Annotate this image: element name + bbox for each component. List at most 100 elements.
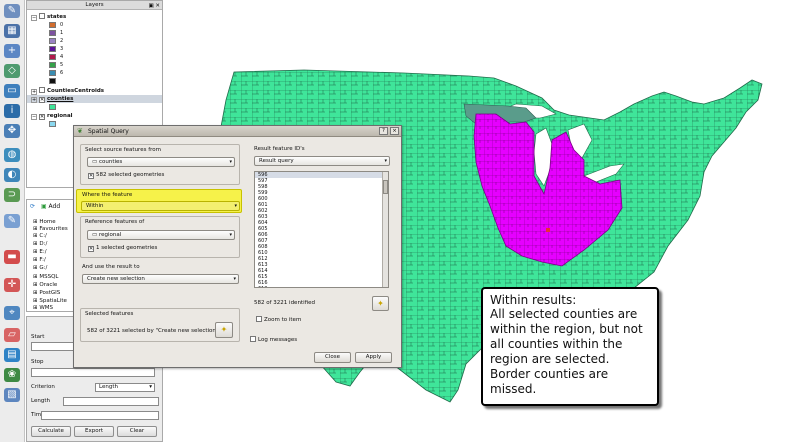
globe-icon[interactable]: ◍ xyxy=(4,148,20,162)
help-button[interactable]: ? xyxy=(379,127,388,135)
browser-item[interactable]: ⊞ PostGIS xyxy=(33,290,60,297)
browser-item[interactable]: ⊞ C:/ xyxy=(33,233,47,240)
stop-label: Stop xyxy=(31,359,44,365)
layer-regional[interactable]: − ✕ regional xyxy=(31,112,73,120)
legend-label: 0 xyxy=(60,22,64,28)
browser-item[interactable]: ⊞ F:/ xyxy=(33,257,46,264)
close-button[interactable]: Close xyxy=(314,352,351,363)
legend-label: 1 xyxy=(60,30,64,36)
length-label: Length xyxy=(31,398,50,404)
feature-id-item[interactable]: 619 xyxy=(255,286,388,287)
magnet-icon[interactable]: ⊃ xyxy=(4,188,20,202)
remove-layer-icon[interactable]: ▬ xyxy=(4,250,20,264)
use-result-label: And use the result to xyxy=(82,264,140,270)
browser-item[interactable]: ⊞ Home xyxy=(33,219,56,226)
add-button[interactable]: Add xyxy=(49,203,61,210)
wms-icon[interactable]: ◐ xyxy=(4,168,20,182)
browser-item[interactable]: ⊞ G:/ xyxy=(33,265,47,272)
layer-checkbox[interactable]: ✕ xyxy=(39,114,45,120)
legend-swatch xyxy=(49,22,56,28)
grass-icon[interactable]: ❀ xyxy=(4,368,20,382)
polygon-icon[interactable]: ▱ xyxy=(4,328,20,342)
feature-id-list[interactable]: 596 597 598 599 600 601 602 603 604 605 … xyxy=(254,171,389,288)
layer-checkbox[interactable] xyxy=(39,13,45,19)
legend-label: 6 xyxy=(60,70,64,76)
browser-toolbar: ⟳ ▣ Add xyxy=(30,203,60,210)
layer-checkbox[interactable] xyxy=(39,87,45,93)
legend-label: 4 xyxy=(60,54,64,60)
chart-icon[interactable]: ▧ xyxy=(4,388,20,402)
source-layer-select[interactable]: ▭ counties ▾ xyxy=(87,157,235,167)
dropdown-arrow-icon: ▾ xyxy=(229,159,232,165)
use-result-select[interactable]: Create new selection ▾ xyxy=(82,274,239,284)
list-scrollbar[interactable] xyxy=(382,172,388,287)
criterion-label: Criterion xyxy=(31,384,55,390)
clear-button[interactable]: Clear xyxy=(117,426,157,437)
result-query-select[interactable]: Result query ▾ xyxy=(254,156,390,166)
legend-label: 5 xyxy=(60,62,64,68)
vertex-icon[interactable]: ⌖ xyxy=(4,306,20,320)
add-layer-icon[interactable]: + xyxy=(4,44,20,58)
select-icon[interactable]: ▭ xyxy=(4,84,20,98)
zoom-icon[interactable]: ✦ xyxy=(372,296,389,311)
collapse-icon[interactable]: − xyxy=(31,15,37,21)
point-icon[interactable]: ✛ xyxy=(4,278,20,292)
time-field[interactable] xyxy=(41,411,159,420)
scrollbar-thumb[interactable] xyxy=(383,180,388,194)
close-icon[interactable]: × xyxy=(390,127,399,135)
layer-checkbox[interactable]: ✕ xyxy=(39,97,45,103)
start-label: Start xyxy=(31,334,45,340)
browser-item[interactable]: ⊞ WMS xyxy=(33,305,53,312)
layer-counties-centroids[interactable]: + CountiesCentroids xyxy=(31,87,104,95)
browser-item[interactable]: ⊞ Oracle xyxy=(33,282,57,289)
pan-icon[interactable]: ✥ xyxy=(4,124,20,138)
calculate-button[interactable]: Calculate xyxy=(31,426,71,437)
layer-states[interactable]: − states xyxy=(31,13,66,21)
legend-swatch xyxy=(49,38,56,44)
reference-layer-select[interactable]: ▭ regional ▾ xyxy=(87,230,235,240)
legend-swatch xyxy=(49,104,56,110)
digitize-icon[interactable]: ✎ xyxy=(4,4,20,18)
result-ids-label: Result feature ID's xyxy=(254,146,305,152)
panel-float-close-buttons[interactable]: ▣ ✕ xyxy=(148,2,160,11)
collapse-icon[interactable]: − xyxy=(31,114,37,120)
browser-item[interactable]: ⊞ SpatiaLite xyxy=(33,298,67,305)
apply-button[interactable]: Apply xyxy=(355,352,392,363)
selected-summary: 582 of 3221 selected by "Create new sele… xyxy=(87,328,219,334)
zoom-selected-icon[interactable]: ✦ xyxy=(215,322,233,338)
callout-heading: Within results: xyxy=(490,293,577,307)
add-icon[interactable]: ▣ xyxy=(41,203,47,210)
legend-label: 3 xyxy=(60,46,64,52)
identify-icon[interactable]: i xyxy=(4,104,20,118)
browser-item[interactable]: ⊞ MSSQL xyxy=(33,274,58,281)
dialog-titlebar[interactable]: ❦ Spatial Query ? × xyxy=(74,126,401,137)
zoom-to-item-checkbox[interactable]: Zoom to item xyxy=(256,316,301,323)
edit-node-icon[interactable]: ◇ xyxy=(4,64,20,78)
browser-item[interactable]: ⊞ Favourites xyxy=(33,226,68,233)
selected-features-label: Selected features xyxy=(85,311,134,317)
legend-swatch xyxy=(49,70,56,76)
reference-selected-checkbox[interactable]: ✕ 1 selected geometries xyxy=(88,245,157,252)
grid-icon[interactable]: ▦ xyxy=(4,24,20,38)
export-button[interactable]: Export xyxy=(74,426,114,437)
length-field[interactable] xyxy=(63,397,159,406)
layer-counties[interactable]: + ✕ counties xyxy=(27,95,162,103)
criterion-select[interactable]: Length ▾ xyxy=(95,383,155,392)
source-selected-checkbox[interactable]: ✕ 582 selected geometries xyxy=(88,172,164,179)
stop-field[interactable] xyxy=(31,368,155,377)
dropdown-arrow-icon: ▾ xyxy=(384,158,387,164)
annotation-callout: Within results: All selected counties ar… xyxy=(481,287,659,406)
digitize-dropdown-icon[interactable]: ✎ xyxy=(4,214,20,228)
dropdown-arrow-icon: ▾ xyxy=(149,384,152,390)
legend-swatch xyxy=(49,30,56,36)
vertical-toolbar: ✎ ▦ + ◇ ▭ i ✥ ◍ ◐ ⊃ ✎ ▬ ✛ ⌖ ▱ ▤ ❀ ▧ xyxy=(0,0,25,442)
log-messages-checkbox[interactable]: Log messages xyxy=(250,336,297,343)
browser-item[interactable]: ⊞ D:/ xyxy=(33,241,47,248)
legend-label: 2 xyxy=(60,38,64,44)
refresh-icon[interactable]: ⟳ xyxy=(30,203,35,210)
source-label: Select source features from xyxy=(85,147,161,153)
where-operation-select[interactable]: Within ▾ xyxy=(81,201,240,211)
expand-icon[interactable]: + xyxy=(31,97,37,103)
browser-item[interactable]: ⊞ E:/ xyxy=(33,249,47,256)
raster-icon[interactable]: ▤ xyxy=(4,348,20,362)
